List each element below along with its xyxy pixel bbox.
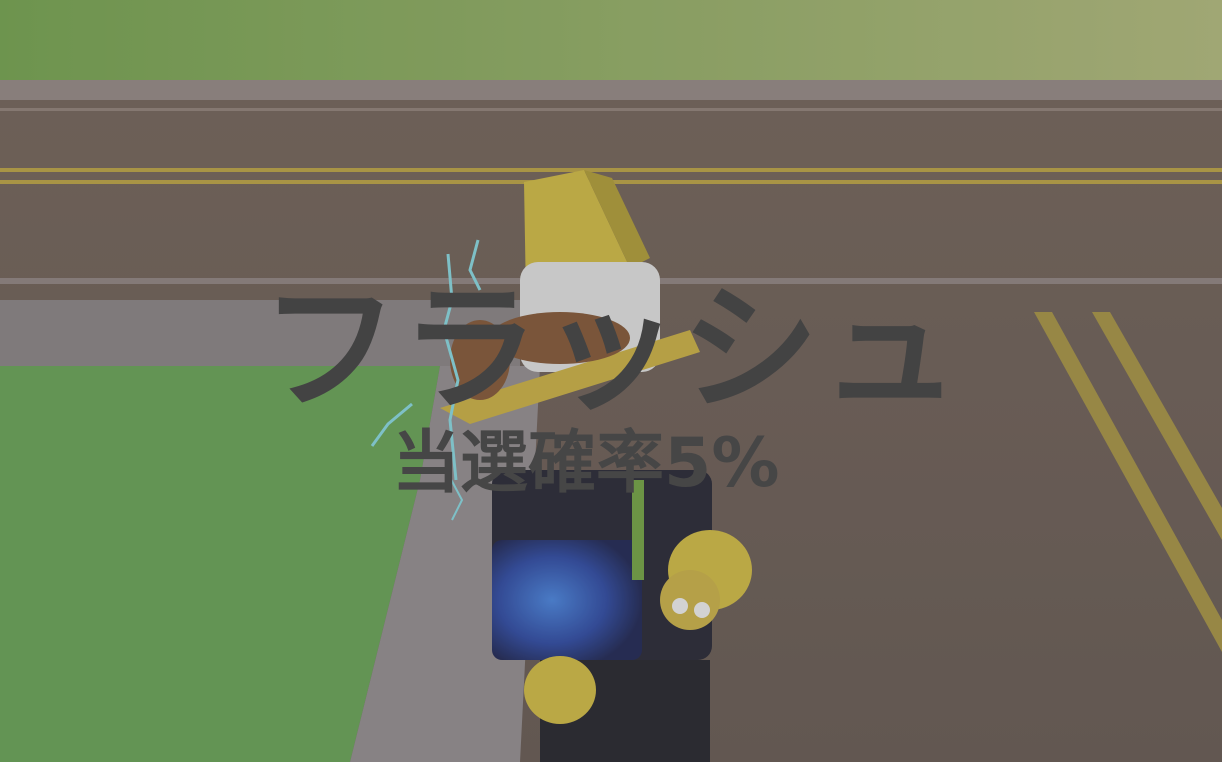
curb-top (0, 80, 1222, 102)
lane-line-yellow-1 (0, 168, 1222, 172)
game-viewport[interactable]: フラッシュ 当選確率5% (0, 0, 1222, 762)
drop-chance-text: 当選確率5% (392, 424, 780, 503)
grass-top (0, 0, 1222, 84)
item-name-title: フラッシュ (260, 269, 961, 430)
